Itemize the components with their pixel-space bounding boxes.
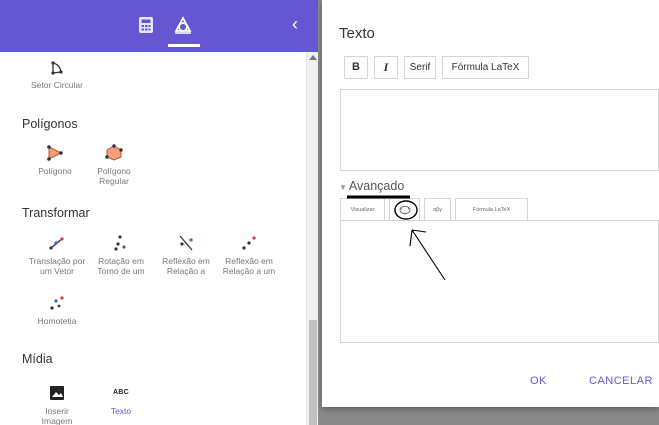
tool-rotate-around-point[interactable]: Rotação em Torno de um bbox=[86, 234, 156, 276]
tools-panel: ‹ Setor Circular Polígonos Polígono Polí… bbox=[0, 0, 318, 425]
tool-label: Rotação em Torno de um bbox=[97, 256, 145, 276]
image-icon bbox=[50, 386, 64, 400]
text-editor[interactable] bbox=[340, 89, 659, 171]
scroll-up-icon[interactable] bbox=[309, 55, 317, 60]
calculator-icon[interactable] bbox=[138, 16, 154, 34]
triangle-down-icon: ▼ bbox=[339, 183, 347, 192]
tool-label: Translação por um Vetor bbox=[28, 256, 86, 276]
geogebra-icon bbox=[399, 205, 410, 215]
translate-by-vector-icon bbox=[49, 237, 64, 250]
text-icon: ABC bbox=[112, 389, 130, 396]
regular-polygon-icon bbox=[105, 144, 123, 161]
tool-label: Homotetia bbox=[37, 316, 77, 326]
tool-text[interactable]: ABC Texto bbox=[86, 384, 156, 416]
bold-button[interactable]: B bbox=[344, 56, 368, 79]
geometry-tools-tab-icon[interactable] bbox=[172, 14, 194, 36]
ok-button[interactable]: OK bbox=[530, 375, 547, 387]
scrollbar-thumb[interactable] bbox=[309, 320, 317, 425]
tool-label: Setor Circular bbox=[31, 80, 83, 90]
circular-sector-icon bbox=[51, 61, 63, 75]
serif-button[interactable]: Serif bbox=[404, 56, 436, 79]
active-tab-indicator bbox=[168, 44, 200, 47]
tab-preview[interactable]: Visualizar bbox=[340, 198, 385, 220]
tool-translate-by-vector[interactable]: Translação por um Vetor bbox=[22, 234, 92, 276]
tool-reflect-about-line[interactable]: Reflexão em Relação a bbox=[151, 234, 221, 276]
latex-formula-button[interactable]: Fórmula LaTeX bbox=[442, 56, 529, 79]
tool-regular-polygon[interactable]: Polígono Regular bbox=[79, 144, 149, 186]
tab-latex-formula[interactable]: Fórmula LaTeX bbox=[455, 198, 528, 220]
cancel-button[interactable]: CANCELAR bbox=[589, 375, 653, 387]
polygon-icon bbox=[47, 145, 63, 161]
tool-label-active: Texto bbox=[110, 406, 132, 416]
advanced-label: Avançado bbox=[348, 179, 405, 193]
tab-geogebra-objects[interactable] bbox=[389, 198, 420, 220]
reflect-about-line-icon bbox=[179, 235, 193, 251]
tool-circular-sector[interactable]: Setor Circular bbox=[22, 60, 92, 90]
reflect-about-point-icon bbox=[242, 236, 256, 250]
tool-label: Reflexão em Relação a um bbox=[222, 256, 276, 276]
collapse-panel-icon[interactable]: ‹ bbox=[292, 14, 306, 34]
tool-label: Reflexão em Relação a bbox=[162, 256, 210, 276]
advanced-toggle[interactable]: ▼ Avançado bbox=[339, 179, 404, 193]
tab-symbols[interactable]: αβγ bbox=[424, 198, 451, 220]
tool-insert-image[interactable]: Inserir Imagem bbox=[22, 384, 92, 425]
panel-header: ‹ bbox=[0, 0, 318, 52]
tool-reflect-about-point[interactable]: Reflexão em Relação a um bbox=[214, 234, 284, 276]
preview-area[interactable] bbox=[340, 220, 659, 343]
tool-label: Inserir Imagem bbox=[41, 406, 73, 425]
italic-button[interactable]: I bbox=[374, 56, 398, 79]
tool-label: Polígono Regular bbox=[97, 166, 131, 186]
section-title-transform: Transformar bbox=[22, 206, 90, 220]
rotate-around-point-icon bbox=[114, 235, 126, 251]
text-dialog: Texto B I Serif Fórmula LaTeX ▼ Avançado … bbox=[322, 0, 659, 407]
tool-dilate[interactable]: Homotetia bbox=[22, 294, 92, 326]
tool-list: Setor Circular Polígonos Polígono Polígo… bbox=[0, 52, 306, 425]
dialog-title: Texto bbox=[339, 25, 375, 42]
tool-list-scrollbar[interactable] bbox=[306, 52, 318, 425]
dilate-icon bbox=[50, 296, 64, 310]
section-title-media: Mídia bbox=[22, 352, 53, 366]
section-title-polygons: Polígonos bbox=[22, 117, 78, 131]
